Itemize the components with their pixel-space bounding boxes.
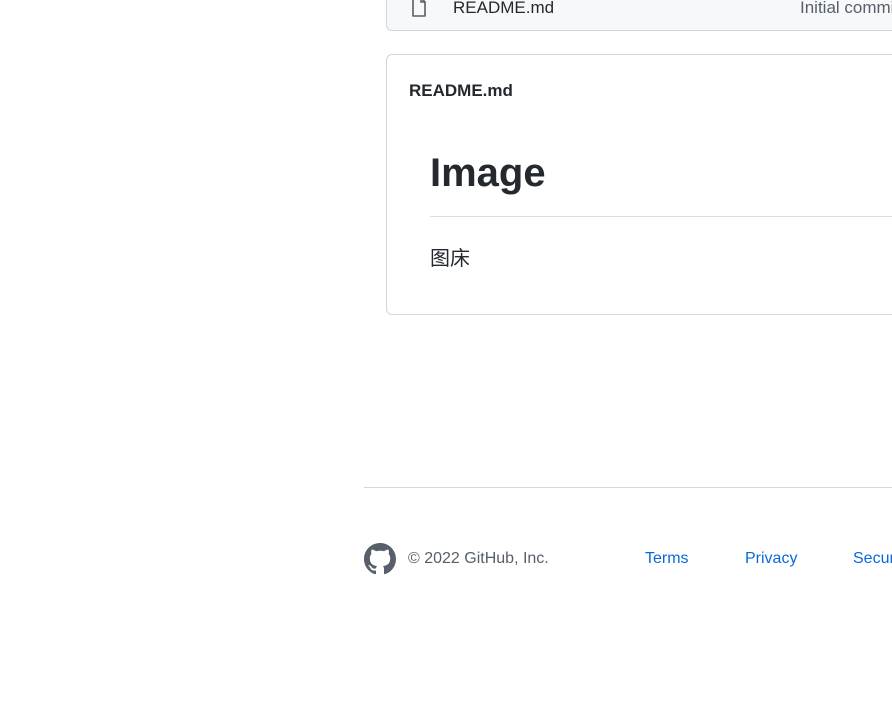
footer-link-privacy[interactable]: Privacy	[745, 550, 797, 568]
file-row[interactable]: README.md Initial commit	[387, 0, 892, 29]
page: README.md Initial commit README.md Image…	[0, 0, 892, 706]
footer-copyright: © 2022 GitHub, Inc.	[408, 550, 549, 567]
readme-heading: Image	[430, 151, 546, 195]
footer-link-security[interactable]: Security	[853, 550, 892, 568]
readme-paragraph: 图床	[430, 246, 470, 270]
readme-heading-divider	[430, 216, 892, 217]
file-name-link[interactable]: README.md	[453, 0, 554, 18]
footer-divider	[364, 487, 892, 488]
readme-header-title[interactable]: README.md	[409, 81, 513, 101]
footer-link-terms[interactable]: Terms	[645, 550, 689, 568]
file-icon	[411, 0, 427, 17]
github-logo-icon[interactable]	[364, 543, 396, 575]
file-list: README.md Initial commit	[386, 0, 892, 31]
commit-message-link[interactable]: Initial commit	[800, 0, 892, 18]
readme-box: README.md Image 图床	[386, 54, 892, 315]
